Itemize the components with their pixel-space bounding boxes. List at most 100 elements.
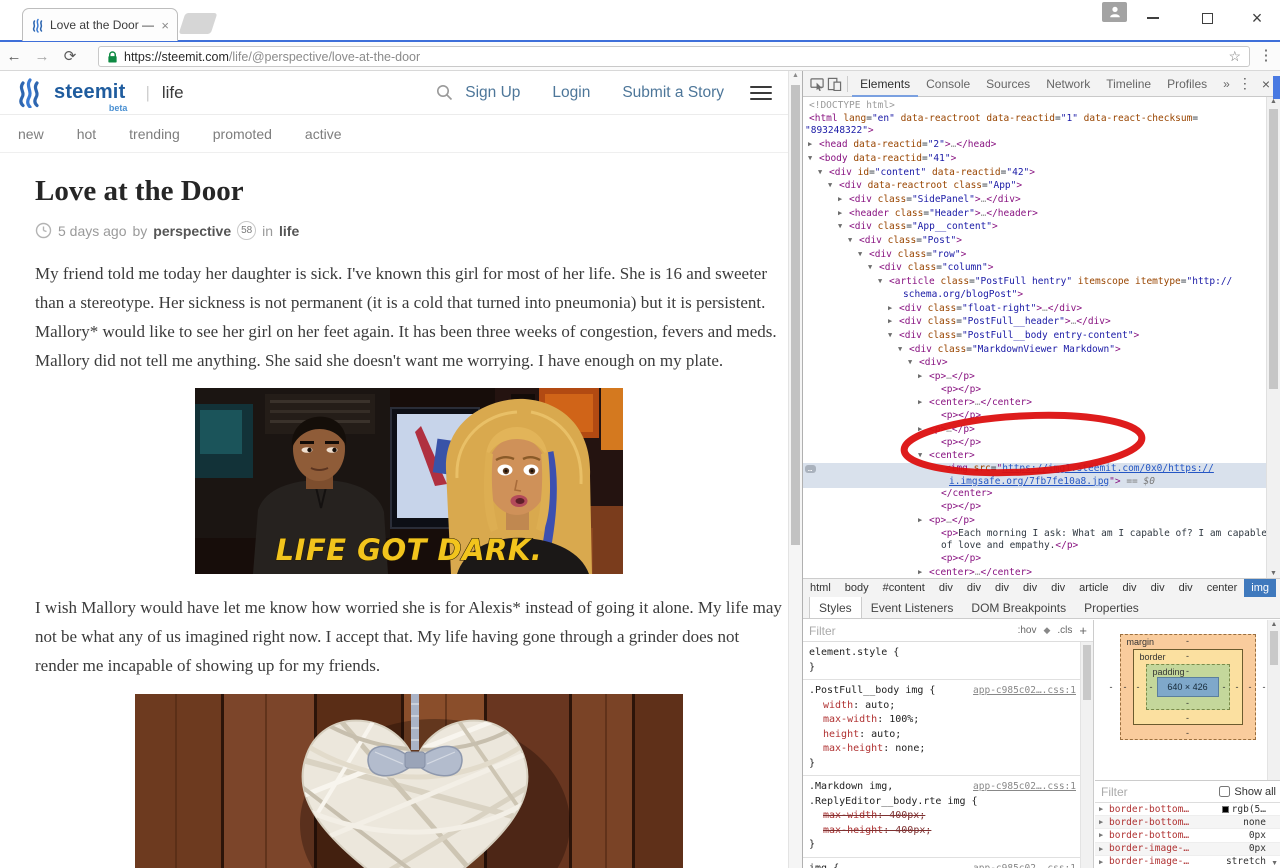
expand-arrow-right-icon[interactable]: ▶ [1099, 805, 1109, 813]
dom-tree-line[interactable]: ▶ <head data-reactid="2">…</head> [803, 138, 1267, 152]
computed-filter-input[interactable] [1101, 784, 1213, 799]
computed-property-row[interactable]: ▶ border-bottom… none [1095, 816, 1280, 830]
minimize-button[interactable] [1138, 6, 1168, 30]
rule-selector[interactable]: .PostFull__body img { [809, 684, 935, 699]
expand-arrow-right-icon[interactable]: ▶ [1099, 818, 1109, 826]
subnav-item-active[interactable]: active [305, 126, 342, 142]
style-property[interactable]: max-width: 100%; [809, 713, 1076, 728]
tab-close-icon[interactable]: × [161, 18, 169, 33]
devtools-tab-network[interactable]: Network [1038, 71, 1098, 97]
expand-arrow-down-icon[interactable]: ▼ [828, 179, 839, 192]
expand-arrow-down-icon[interactable]: ▼ [838, 220, 849, 233]
dom-tree-line[interactable]: ▼ <div data-reactroot class="App"> [803, 179, 1267, 193]
reload-icon[interactable]: ⟳ [56, 47, 84, 65]
post-author[interactable]: perspective [153, 223, 231, 239]
bookmark-star-icon[interactable]: ☆ [1228, 48, 1241, 65]
breadcrumb-center[interactable]: center [1200, 579, 1245, 597]
computed-property-row[interactable]: ▶ border-image-… 0px [1095, 842, 1280, 856]
breadcrumb-html[interactable]: html [803, 579, 838, 597]
site-nav-link-sign-up[interactable]: Sign Up [465, 84, 520, 102]
devtools-tab-timeline[interactable]: Timeline [1098, 71, 1159, 97]
subnav-item-hot[interactable]: hot [77, 126, 96, 142]
box-model-border[interactable]: border - - - - padding - - - - 640 × 426 [1132, 649, 1243, 725]
dom-tree-line[interactable]: ▶ <div class="PostFull__header">…</div> [803, 315, 1267, 329]
style-property[interactable]: height: auto; [809, 728, 1076, 743]
expand-arrow-down-icon[interactable]: ▼ [868, 261, 879, 274]
scroll-down-icon[interactable]: ▼ [1267, 570, 1280, 577]
header-category[interactable]: life [162, 83, 184, 103]
profile-button[interactable] [1102, 2, 1127, 22]
style-property[interactable]: max-height: none; [809, 742, 1076, 757]
expand-arrow-right-icon[interactable]: ▶ [1099, 858, 1109, 866]
dom-tree-line[interactable]: <html lang = "en" data-reactroot data-reac… [803, 113, 1267, 126]
rule-selector[interactable]: .ReplyEditor__body.rte img { [809, 795, 978, 810]
margin-top-value[interactable]: - [1186, 636, 1189, 646]
border-left-value[interactable]: - [1137, 682, 1140, 692]
site-nav-link-submit-a-story[interactable]: Submit a Story [622, 84, 724, 102]
expand-arrow-down-icon[interactable]: ▼ [888, 329, 899, 342]
dom-tree-line[interactable]: <p>Each morning I ask: What am I capable… [803, 528, 1267, 541]
show-all-checkbox[interactable] [1219, 786, 1231, 797]
dom-tree-line[interactable]: ▶ <center>…</center> [803, 396, 1267, 410]
expand-arrow-right-icon[interactable]: ▶ [1099, 845, 1109, 853]
devtools-tab-profiles[interactable]: Profiles [1159, 71, 1215, 97]
dom-tree-line[interactable]: ▼ <div class="MarkdownViewer Markdown"> [803, 343, 1267, 357]
browser-tab[interactable]: Love at the Door — × [22, 8, 178, 41]
dom-tree-line[interactable]: <!DOCTYPE html> [803, 100, 1267, 113]
stylesheet-link[interactable]: app-c985c02….css:1 [973, 862, 1076, 868]
forward-icon[interactable]: → [28, 48, 56, 65]
hamburger-menu-icon[interactable] [750, 85, 772, 100]
browser-menu-icon[interactable]: ⋮ [1258, 46, 1274, 64]
style-property[interactable]: max-height: 400px; [809, 824, 1076, 839]
padding-left-value[interactable]: - [1150, 682, 1153, 692]
dom-tree-line[interactable]: <p></p> [803, 437, 1267, 450]
styles-scrollbar[interactable] [1080, 642, 1093, 868]
new-tab-button[interactable] [178, 13, 218, 34]
post-image-wicker-heart[interactable] [135, 694, 683, 868]
dom-tree-line[interactable]: i.imgsafe.org/7fb7fe10a8.jpg"> == $0 [803, 475, 1267, 489]
dom-tree-line[interactable]: ▶ <p>…</p> [803, 370, 1267, 384]
rule-selector[interactable]: element.style { [809, 646, 899, 661]
dom-tree-line[interactable]: <p></p> [803, 384, 1267, 397]
expand-arrow-right-icon[interactable]: ▶ [918, 396, 929, 409]
box-model-scrollbar-thumb[interactable] [1270, 631, 1278, 665]
breadcrumb-div[interactable]: div [1116, 579, 1144, 597]
devtools-tab-more[interactable]: » [1215, 71, 1238, 97]
breadcrumb-div[interactable]: div [1172, 579, 1200, 597]
computed-property-row[interactable]: ▶ border-bottom… 0px [1095, 829, 1280, 843]
post-category[interactable]: life [279, 223, 299, 239]
rule-selector[interactable]: .Markdown img, [809, 780, 893, 795]
dom-tree-line[interactable]: ▼ <div id="content" data-reactid="42"> [803, 166, 1267, 180]
border-top-value[interactable]: - [1186, 651, 1189, 661]
scroll-up-icon[interactable]: ▲ [789, 72, 802, 79]
dom-tree-line[interactable]: … <img src="https://img1.steemit.com/0x0/… [803, 462, 1267, 476]
style-property[interactable]: width: auto; [809, 699, 1076, 714]
box-model-margin[interactable]: margin - - - - - - border - - - - paddin… [1110, 634, 1266, 740]
dom-tree-line[interactable]: ▼ <body data-reactid="41"> [803, 152, 1267, 166]
devtools-tab-sources[interactable]: Sources [978, 71, 1038, 97]
styles-filter-input[interactable] [809, 623, 1011, 638]
expand-arrow-down-icon[interactable]: ▼ [898, 343, 909, 356]
devtools-tab-elements[interactable]: Elements [852, 71, 919, 97]
breadcrumb-body[interactable]: body [838, 579, 876, 597]
stylesheet-link[interactable]: app-c985c02….css:1 [973, 684, 1076, 699]
expand-arrow-down-icon[interactable]: ▼ [878, 275, 889, 288]
sidebar-tab-properties[interactable]: Properties [1075, 597, 1148, 618]
sidebar-tab-dom-breakpoints[interactable]: DOM Breakpoints [962, 597, 1075, 618]
dom-tree-line[interactable]: ▶ <p>…</p> [803, 514, 1267, 528]
dom-tree-scrollbar-thumb[interactable] [1269, 109, 1278, 389]
padding-right-value[interactable]: - [1223, 682, 1226, 692]
breadcrumb-img[interactable]: img [1244, 579, 1276, 597]
dom-tree-line[interactable]: ▼ <div class="column"> [803, 261, 1267, 275]
expand-arrow-down-icon[interactable]: ▼ [918, 449, 929, 462]
page-scrollbar[interactable]: ▲ [788, 71, 802, 868]
expand-arrow-right-icon[interactable]: ▶ [888, 302, 899, 315]
expand-arrow-down-icon[interactable]: ▼ [858, 248, 869, 261]
steemit-logo[interactable] [16, 77, 42, 108]
breadcrumb-div[interactable]: div [932, 579, 960, 597]
dom-tree-line[interactable]: "893248322"> [803, 125, 1267, 138]
sidebar-tab-styles[interactable]: Styles [809, 597, 862, 618]
expand-arrow-right-icon[interactable]: ▶ [838, 207, 849, 220]
margin-bottom-value[interactable]: - [1186, 728, 1189, 738]
dom-tree-line[interactable]: ▼ <div class="Post"> [803, 234, 1267, 248]
